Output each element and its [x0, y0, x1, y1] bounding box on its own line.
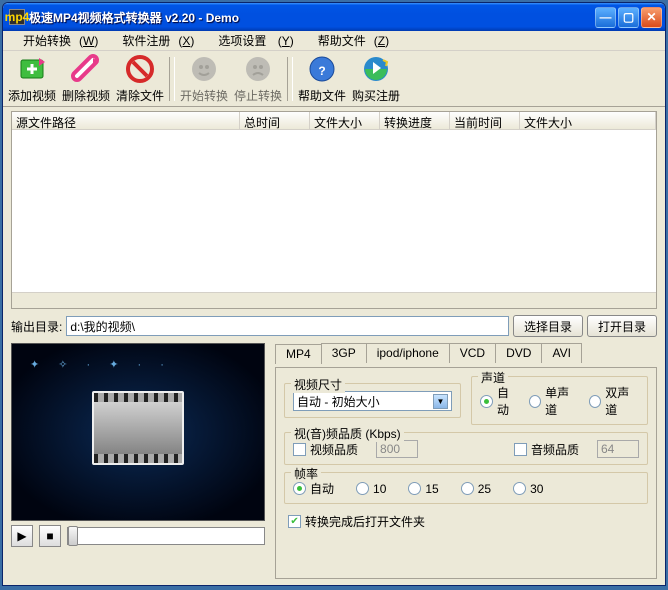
radio-fps-30[interactable]: 30	[513, 482, 543, 496]
file-list: 源文件路径 总时间 文件大小 转换进度 当前时间 文件大小	[11, 111, 657, 309]
menu-start[interactable]: 开始转换(W)	[7, 30, 106, 51]
choose-dir-button[interactable]: 选择目录	[513, 315, 583, 337]
file-list-body[interactable]	[12, 130, 656, 292]
titlebar: mp4 极速MP4视频格式转换器 v2.20 - Demo — ▢ ✕	[3, 3, 665, 31]
menubar: 开始转换(W) 软件注册(X) 选项设置 (Y) 帮助文件(Z)	[3, 31, 665, 51]
quality-group: 视(音)频品质 (Kbps) 视频品质 音频品质	[284, 432, 648, 465]
film-icon	[92, 391, 184, 465]
toolbar: 添加视频 删除视频 清除文件 开始转换 停止转换 ? 帮助文件 购买注册	[3, 51, 665, 107]
seek-slider[interactable]	[67, 527, 265, 545]
window-title: 极速MP4视频格式转换器 v2.20 - Demo	[29, 9, 595, 26]
chevron-down-icon: ▼	[433, 394, 448, 409]
help-file-button[interactable]: ? 帮助文件	[295, 53, 349, 105]
col-current[interactable]: 当前时间	[450, 112, 520, 129]
format-tabs: MP4 3GP ipod/iphone VCD DVD AVI	[275, 343, 657, 363]
video-size-select[interactable]: 自动 - 初始大小 ▼	[293, 391, 452, 411]
start-convert-button[interactable]: 开始转换	[177, 53, 231, 105]
toolbar-separator-1	[169, 57, 175, 101]
sound-channel-group: 声道 自动 单声道 双声道	[471, 376, 648, 425]
tab-mp4[interactable]: MP4	[275, 344, 322, 364]
check-video-quality[interactable]: 视频品质	[293, 441, 358, 458]
menu-help[interactable]: 帮助文件(Z)	[302, 30, 397, 51]
seek-thumb[interactable]	[68, 526, 78, 546]
video-size-legend: 视频尺寸	[291, 376, 345, 393]
output-path-input[interactable]	[66, 316, 509, 336]
clear-icon	[124, 53, 156, 85]
help-icon: ?	[306, 53, 338, 85]
video-size-group: 视频尺寸 自动 - 初始大小 ▼	[284, 383, 461, 418]
start-convert-icon	[188, 53, 220, 85]
tab-3gp[interactable]: 3GP	[321, 343, 367, 363]
radio-channel-stereo[interactable]: 双声道	[589, 384, 639, 418]
delete-video-button[interactable]: 删除视频	[59, 53, 113, 105]
tab-ipod[interactable]: ipod/iphone	[366, 343, 450, 363]
stop-playback-button[interactable]: ■	[39, 525, 61, 547]
window-close-button[interactable]: ✕	[641, 7, 662, 28]
check-open-folder-after[interactable]: 转换完成后打开文件夹	[288, 513, 425, 530]
add-icon	[16, 53, 48, 85]
tab-avi[interactable]: AVI	[541, 343, 581, 363]
stop-convert-icon	[242, 53, 274, 85]
radio-fps-25[interactable]: 25	[461, 482, 491, 496]
toolbar-separator-2	[287, 57, 293, 101]
radio-fps-auto[interactable]: 自动	[293, 480, 334, 497]
radio-fps-15[interactable]: 15	[408, 482, 438, 496]
radio-channel-mono[interactable]: 单声道	[529, 384, 579, 418]
tab-vcd[interactable]: VCD	[449, 343, 496, 363]
col-total[interactable]: 总时间	[240, 112, 310, 129]
clear-files-button[interactable]: 清除文件	[113, 53, 167, 105]
col-size1[interactable]: 文件大小	[310, 112, 380, 129]
svg-text:?: ?	[318, 64, 325, 78]
add-video-button[interactable]: 添加视频	[5, 53, 59, 105]
file-list-hscroll[interactable]	[12, 292, 656, 308]
delete-icon	[70, 53, 102, 85]
check-audio-quality[interactable]: 音频品质	[514, 441, 579, 458]
menu-options[interactable]: 选项设置 (Y)	[202, 30, 301, 51]
video-size-value: 自动 - 初始大小	[297, 393, 380, 410]
app-icon: mp4	[9, 9, 25, 25]
play-button[interactable]: ▶	[11, 525, 33, 547]
menu-register[interactable]: 软件注册(X)	[106, 30, 202, 51]
video-quality-input	[376, 440, 418, 458]
col-path[interactable]: 源文件路径	[12, 112, 240, 129]
buy-register-button[interactable]: 购买注册	[349, 53, 403, 105]
quality-legend: 视(音)频品质 (Kbps)	[291, 425, 404, 442]
preview-panel: ▶ ■	[11, 343, 265, 579]
output-label: 输出目录:	[11, 318, 62, 335]
fps-legend: 帧率	[291, 465, 321, 482]
stop-convert-button[interactable]: 停止转换	[231, 53, 285, 105]
window-maximize-button[interactable]: ▢	[618, 7, 639, 28]
tab-dvd[interactable]: DVD	[495, 343, 542, 363]
preview-image	[11, 343, 265, 521]
radio-fps-10[interactable]: 10	[356, 482, 386, 496]
window-minimize-button[interactable]: —	[595, 7, 616, 28]
open-dir-button[interactable]: 打开目录	[587, 315, 657, 337]
sound-legend: 声道	[478, 369, 508, 386]
buy-icon	[360, 53, 392, 85]
output-row: 输出目录: 选择目录 打开目录	[11, 315, 657, 337]
col-size2[interactable]: 文件大小	[520, 112, 656, 129]
radio-channel-auto[interactable]: 自动	[480, 384, 519, 418]
fps-group: 帧率 自动 10 15 25 30	[284, 472, 648, 504]
col-progress[interactable]: 转换进度	[380, 112, 450, 129]
file-list-header: 源文件路径 总时间 文件大小 转换进度 当前时间 文件大小	[12, 112, 656, 130]
app-window: mp4 极速MP4视频格式转换器 v2.20 - Demo — ▢ ✕ 开始转换…	[2, 2, 666, 586]
audio-quality-input	[597, 440, 639, 458]
settings-panel: MP4 3GP ipod/iphone VCD DVD AVI 视频尺寸 自动 …	[275, 343, 657, 579]
